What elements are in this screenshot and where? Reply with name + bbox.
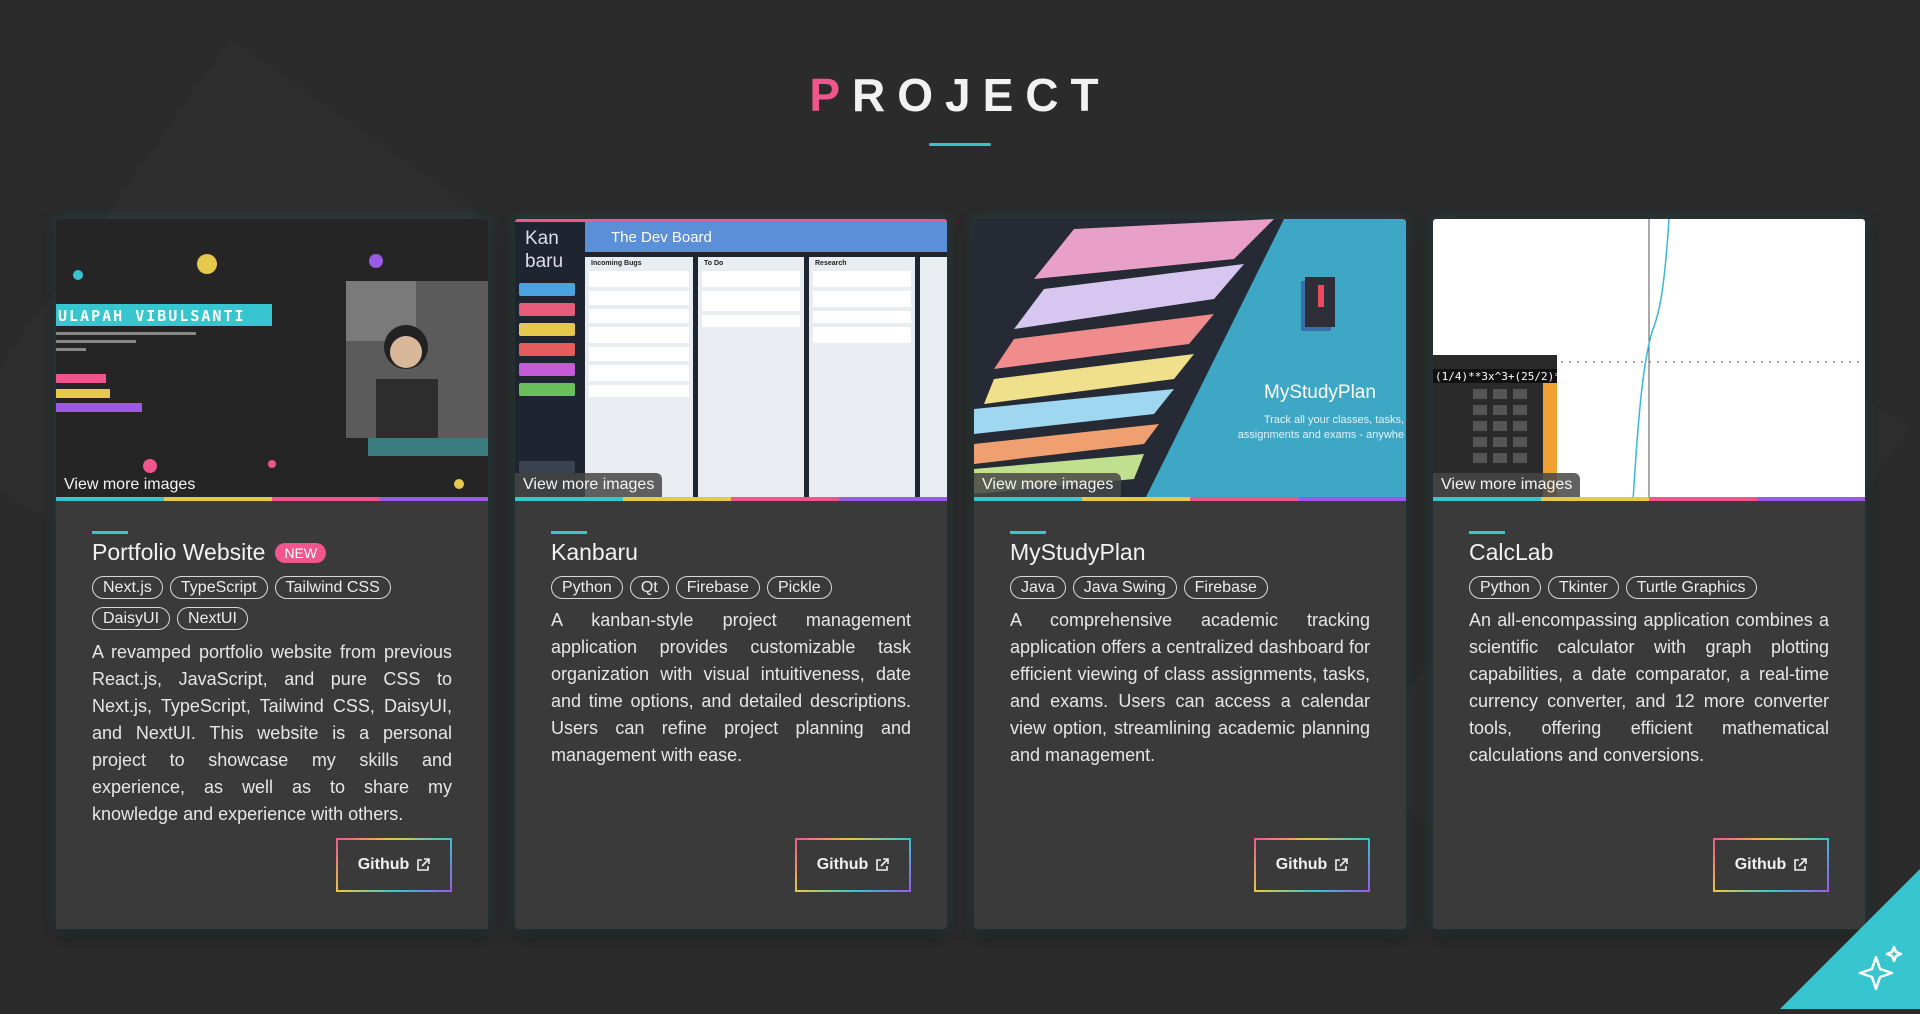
- section-title-rest: ROJECT: [852, 69, 1111, 121]
- tech-tags: Python Tkinter Turtle Graphics: [1469, 576, 1834, 599]
- tech-tag: DaisyUI: [92, 607, 171, 630]
- tech-tag: Qt: [629, 576, 669, 599]
- project-title: CalcLab: [1469, 539, 1553, 566]
- view-more-images[interactable]: View more images: [974, 473, 1122, 497]
- tech-tags: Java Java Swing Firebase: [1010, 576, 1375, 599]
- project-title: Kanbaru: [551, 539, 638, 566]
- tech-tag: Next.js: [92, 576, 163, 599]
- title-accent-bar: [551, 531, 587, 534]
- project-title-text: Portfolio Website: [92, 539, 266, 565]
- tech-tag: Firebase: [675, 576, 760, 599]
- kanbaru-logo: Kan baru: [525, 228, 564, 272]
- project-description: An all-encompassing application combines…: [1469, 610, 1829, 765]
- project-card-kanbaru: Kan baru The Dev Board Incoming Bugs To …: [515, 219, 947, 929]
- external-link-icon: [417, 858, 431, 871]
- new-badge: NEW: [275, 542, 327, 563]
- tech-tag: Pickle: [766, 576, 832, 599]
- kanbaru-column-3: Research: [815, 260, 847, 267]
- project-description: A comprehensive academic tracking applic…: [1010, 610, 1370, 765]
- project-description: A revamped portfolio website from previo…: [92, 642, 452, 824]
- project-image[interactable]: Kan baru The Dev Board Incoming Bugs To …: [515, 219, 947, 501]
- title-accent-bar: [1010, 531, 1046, 534]
- view-more-images[interactable]: View more images: [515, 473, 663, 497]
- tech-tag: Firebase: [1183, 576, 1268, 599]
- external-link-icon: [876, 858, 890, 871]
- view-more-images[interactable]: View more images: [1433, 473, 1581, 497]
- mystudyplan-tagline: Track all your classes, tasks, assignmen…: [1237, 414, 1404, 441]
- tech-tag: Python: [1469, 576, 1541, 599]
- github-button[interactable]: Github: [336, 838, 452, 892]
- section-title-first-letter: P: [809, 69, 853, 121]
- project-card-mystudyplan: MyStudyPlan Track all your classes, task…: [974, 219, 1406, 929]
- project-card-portfolio: ULAPAH VIBULSANTI View more images Portf…: [56, 219, 488, 929]
- tech-tag: Java: [1010, 576, 1066, 599]
- github-label: Github: [357, 856, 410, 873]
- tech-tag: Tailwind CSS: [274, 576, 391, 599]
- project-title-text: CalcLab: [1469, 539, 1554, 565]
- tech-tag: Python: [551, 576, 623, 599]
- github-label: Github: [1734, 856, 1787, 873]
- kanbaru-board-title: The Dev Board: [611, 229, 712, 246]
- external-link-icon: [1335, 858, 1349, 871]
- title-accent-bar: [92, 531, 128, 534]
- github-button[interactable]: Github: [795, 838, 911, 892]
- github-label: Github: [816, 856, 869, 873]
- project-title-text: MyStudyPlan: [1010, 539, 1146, 565]
- title-underline: [929, 143, 991, 146]
- project-title-text: Kanbaru: [551, 539, 638, 565]
- portfolio-image-name: ULAPAH VIBULSANTI: [58, 307, 246, 325]
- color-stripe: [56, 497, 488, 501]
- calclab-expression: (1/4)**3x^3+(25/2)**1.3: [1435, 370, 1588, 383]
- tech-tag: Java Swing: [1072, 576, 1177, 599]
- project-image[interactable]: ULAPAH VIBULSANTI View more images: [56, 219, 488, 501]
- color-stripe: [515, 497, 947, 501]
- view-more-images[interactable]: View more images: [56, 473, 203, 497]
- github-button[interactable]: Github: [1254, 838, 1370, 892]
- kanbaru-column-1: Incoming Bugs: [591, 260, 642, 267]
- project-image[interactable]: (1/4)**3x^3+(25/2)**1.3 View more images: [1433, 219, 1865, 501]
- project-title: MyStudyPlan: [1010, 539, 1146, 566]
- theme-toggle-corner[interactable]: [1780, 869, 1920, 1009]
- tech-tag: Turtle Graphics: [1625, 576, 1757, 599]
- github-label: Github: [1275, 856, 1328, 873]
- tech-tags: Next.js TypeScript Tailwind CSS DaisyUI …: [92, 576, 457, 630]
- project-title: Portfolio Website NEW: [92, 539, 327, 566]
- tech-tag: TypeScript: [169, 576, 268, 599]
- kanbaru-column-2: To Do: [704, 260, 724, 267]
- tech-tags: Python Qt Firebase Pickle: [551, 576, 916, 599]
- section-title: PROJECT: [0, 68, 1920, 122]
- project-description: A kanban-style project management applic…: [551, 610, 911, 765]
- tech-tag: NextUI: [177, 607, 248, 630]
- project-card-calclab: (1/4)**3x^3+(25/2)**1.3 View more images…: [1433, 219, 1865, 929]
- tech-tag: Tkinter: [1547, 576, 1619, 599]
- color-stripe: [974, 497, 1406, 501]
- color-stripe: [1433, 497, 1865, 501]
- title-accent-bar: [1469, 531, 1505, 534]
- project-image[interactable]: MyStudyPlan Track all your classes, task…: [974, 219, 1406, 501]
- mystudyplan-logo-name: MyStudyPlan: [1264, 382, 1376, 403]
